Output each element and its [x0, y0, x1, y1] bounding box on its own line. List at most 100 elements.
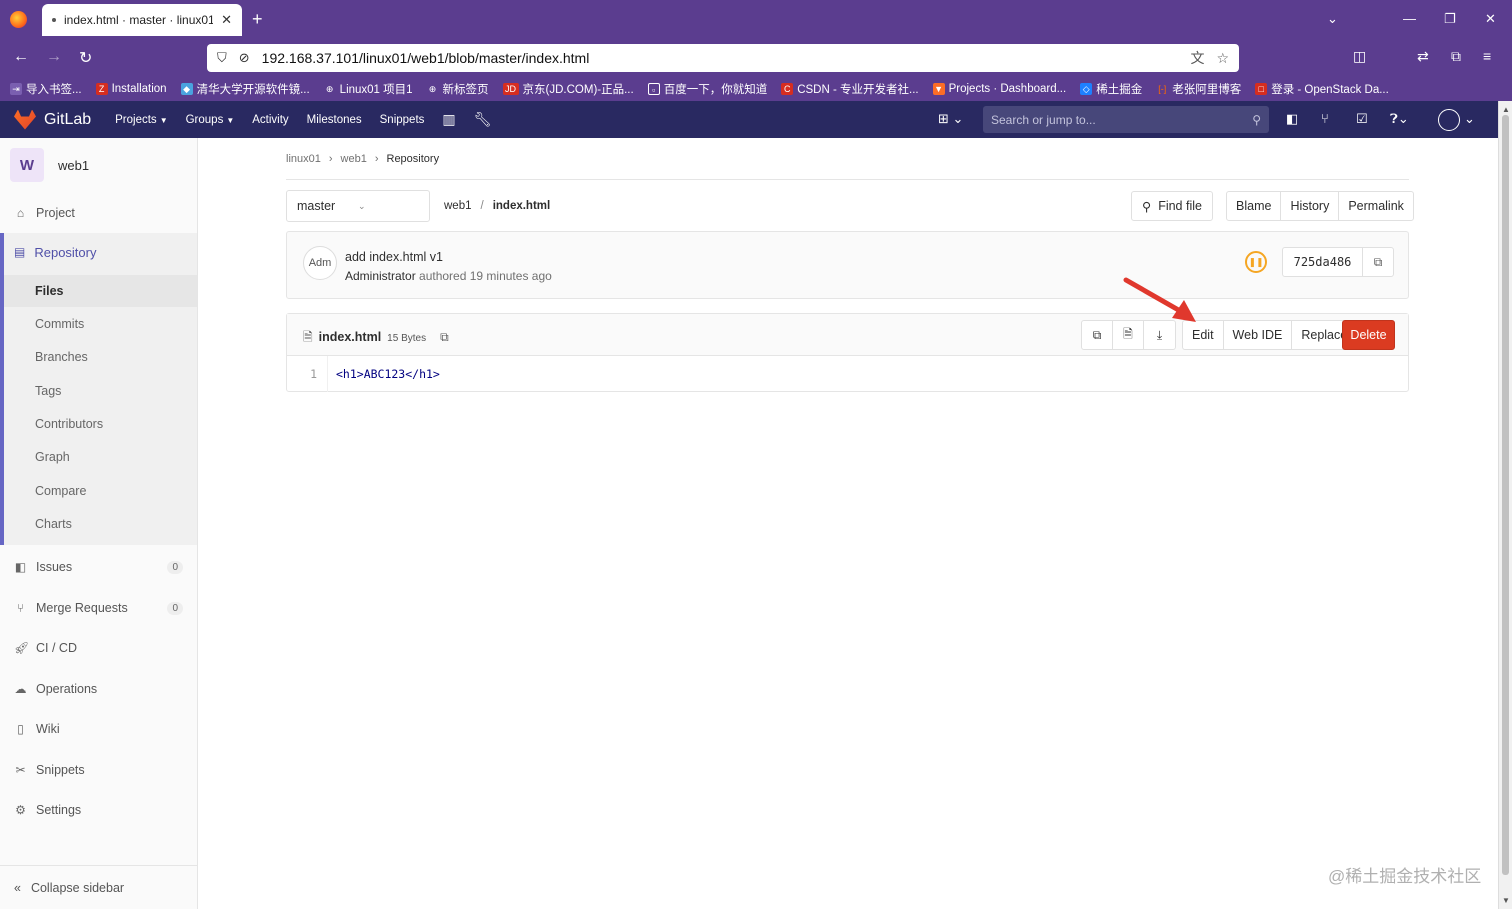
translate-page-icon[interactable]: 文: [1190, 48, 1204, 68]
forward-icon[interactable]: →: [46, 48, 62, 66]
translate-icon[interactable]: ⇄: [1417, 48, 1429, 65]
sidebar-item-operations[interactable]: ☁︎ Operations: [0, 674, 197, 704]
browser-tab[interactable]: index.html · master · linux01 / ✕: [42, 4, 242, 36]
menu-icon[interactable]: ≡: [1483, 48, 1491, 64]
bookmark-label: 导入书签...: [26, 83, 82, 96]
sidebar-item-label: Repository: [34, 244, 97, 260]
todo-icon[interactable]: ☑: [1356, 111, 1368, 127]
sidebar-item-merge-requests[interactable]: ⑂ Merge Requests 0: [0, 593, 197, 623]
line-number[interactable]: 1: [287, 356, 328, 392]
sidebar-item-contributors[interactable]: Contributors: [35, 417, 103, 431]
breadcrumb-group[interactable]: linux01: [286, 153, 321, 165]
user-avatar-icon[interactable]: [1438, 109, 1460, 131]
lock-icon[interactable]: ⊘: [239, 50, 250, 66]
permalink-button[interactable]: Permalink: [1339, 192, 1413, 220]
bookmark-item[interactable]: ◇ 稀土掘金: [1080, 81, 1142, 97]
scroll-down-icon[interactable]: ▼: [1502, 896, 1510, 905]
new-tab-icon[interactable]: +: [252, 9, 263, 30]
copy-icon[interactable]: ⧉: [1363, 248, 1393, 276]
author-avatar[interactable]: Adm: [303, 246, 337, 280]
bookmark-item[interactable]: ⊕ Linux01 项目1: [324, 81, 413, 97]
bookmark-item[interactable]: Z Installation: [95, 82, 167, 95]
history-button[interactable]: History: [1281, 192, 1340, 220]
sidebar-item-branches[interactable]: Branches: [35, 350, 88, 364]
copy-file-path-icon[interactable]: ⧉: [440, 330, 449, 345]
sidebar-item-wiki[interactable]: ▯ Wiki: [0, 714, 197, 744]
tab-close-icon[interactable]: ✕: [221, 12, 232, 28]
url-bar[interactable]: ⛉ ⊘ 192.168.37.101/linux01/web1/blob/mas…: [207, 44, 1239, 72]
nav-projects[interactable]: Projects ▼: [115, 114, 167, 126]
sidebar-item-settings[interactable]: ⚙ Settings: [0, 795, 197, 825]
bookmark-label: 京东(JD.COM)-正品...: [522, 83, 634, 96]
chart-bar-icon[interactable]: ▥: [442, 111, 455, 128]
sidebar-item-label: Project: [36, 206, 75, 220]
close-window-icon[interactable]: ✕: [1485, 11, 1496, 27]
chevron-down-icon[interactable]: ⌄: [1464, 111, 1475, 127]
pocket-icon[interactable]: ◫: [1353, 48, 1366, 65]
bookmark-item[interactable]: ⇥ 导入书签...: [10, 81, 82, 97]
sidebar-item-charts[interactable]: Charts: [35, 517, 72, 531]
bookmark-item[interactable]: [-] 老张阿里博客: [1156, 81, 1241, 97]
scroll-up-icon[interactable]: ▲: [1502, 105, 1510, 114]
sidebar-item-files[interactable]: Files: [35, 284, 64, 298]
restore-icon[interactable]: ❐: [1444, 11, 1456, 27]
bookmark-item[interactable]: C CSDN - 专业开发者社...: [781, 81, 919, 97]
breadcrumb-project[interactable]: web1: [341, 153, 367, 165]
search-input[interactable]: Search or jump to... ⚲: [983, 106, 1269, 133]
scrollbar-thumb[interactable]: [1502, 115, 1509, 875]
issues-icon[interactable]: ◧: [1286, 111, 1298, 127]
collapse-sidebar-button[interactable]: « Collapse sidebar: [0, 865, 197, 909]
shield-icon[interactable]: ⛉: [217, 50, 227, 66]
path-root[interactable]: web1: [444, 200, 472, 212]
sidebar-project-header[interactable]: W web1: [0, 138, 197, 192]
nav-activity[interactable]: Activity: [252, 114, 288, 126]
branch-name: master: [297, 199, 336, 213]
copy-source-icon[interactable]: ⧉: [1082, 321, 1113, 349]
extensions-icon[interactable]: ⧉: [1451, 48, 1461, 65]
bookmark-item[interactable]: □ 登录 - OpenStack Da...: [1255, 81, 1389, 97]
help-icon[interactable]: ❓︎⌄: [1390, 111, 1409, 127]
sidebar-item-graph[interactable]: Graph: [35, 450, 70, 464]
sidebar-item-project[interactable]: ⌂ Project: [0, 198, 197, 228]
sidebar-item-commits[interactable]: Commits: [35, 317, 84, 331]
reload-icon[interactable]: ↻: [79, 48, 92, 68]
new-item-plus-icon[interactable]: ⊞ ⌄: [938, 111, 963, 127]
nav-milestones[interactable]: Milestones: [307, 114, 362, 126]
bookmark-item[interactable]: ⊕ 新标签页: [427, 81, 489, 97]
bookmark-item[interactable]: ▼ Projects · Dashboard...: [932, 82, 1066, 95]
sidebar-item-issues[interactable]: ◧ Issues 0: [0, 552, 197, 582]
blame-button[interactable]: Blame: [1227, 192, 1282, 220]
web-ide-button[interactable]: Web IDE: [1224, 321, 1293, 349]
commit-sha[interactable]: 725da486: [1283, 248, 1363, 276]
commit-message[interactable]: add index.html v1: [345, 250, 443, 264]
pipeline-paused-icon[interactable]: ❚❚: [1245, 251, 1267, 273]
gitlab-logo[interactable]: GitLab: [14, 109, 91, 130]
book-icon: ▯: [17, 722, 24, 736]
bookmark-star-icon[interactable]: ☆: [1216, 50, 1229, 67]
sidebar-item-label: Merge Requests: [36, 601, 128, 615]
sidebar-item-repository[interactable]: ▤ Repository: [4, 233, 197, 271]
wrench-icon[interactable]: 🔧︎: [474, 111, 492, 128]
nav-groups[interactable]: Groups ▼: [186, 114, 235, 126]
sidebar-item-tags[interactable]: Tags: [35, 384, 61, 398]
breadcrumb-current[interactable]: Repository: [387, 153, 440, 165]
bookmark-item[interactable]: ◆ 清华大学开源软件镜...: [180, 81, 310, 97]
nav-snippets[interactable]: Snippets: [380, 114, 425, 126]
find-file-button[interactable]: ⚲ Find file: [1131, 191, 1213, 221]
merge-request-icon[interactable]: ⑂: [1321, 111, 1329, 126]
commit-author[interactable]: Administrator: [345, 269, 416, 283]
sidebar-item-cicd[interactable]: 🚀︎ CI / CD: [0, 633, 197, 663]
minimize-icon[interactable]: —: [1403, 11, 1416, 26]
sidebar-item-compare[interactable]: Compare: [35, 484, 86, 498]
url-text[interactable]: 192.168.37.101/linux01/web1/blob/master/…: [262, 50, 1179, 66]
search-placeholder: Search or jump to...: [991, 112, 1096, 127]
back-icon[interactable]: ←: [13, 48, 29, 66]
page-scrollbar[interactable]: ▲ ▼: [1498, 101, 1512, 909]
branch-select[interactable]: master ⌄: [286, 190, 430, 222]
sidebar-item-snippets[interactable]: ✂ Snippets: [0, 755, 197, 785]
bookmark-label: 清华大学开源软件镜...: [196, 83, 310, 96]
list-tabs-icon[interactable]: ⌄: [1327, 11, 1338, 27]
bookmark-item[interactable]: JD 京东(JD.COM)-正品...: [502, 81, 634, 97]
delete-button[interactable]: Delete: [1342, 320, 1395, 350]
bookmark-item[interactable]: ▫ 百度一下，你就知道: [647, 81, 767, 97]
